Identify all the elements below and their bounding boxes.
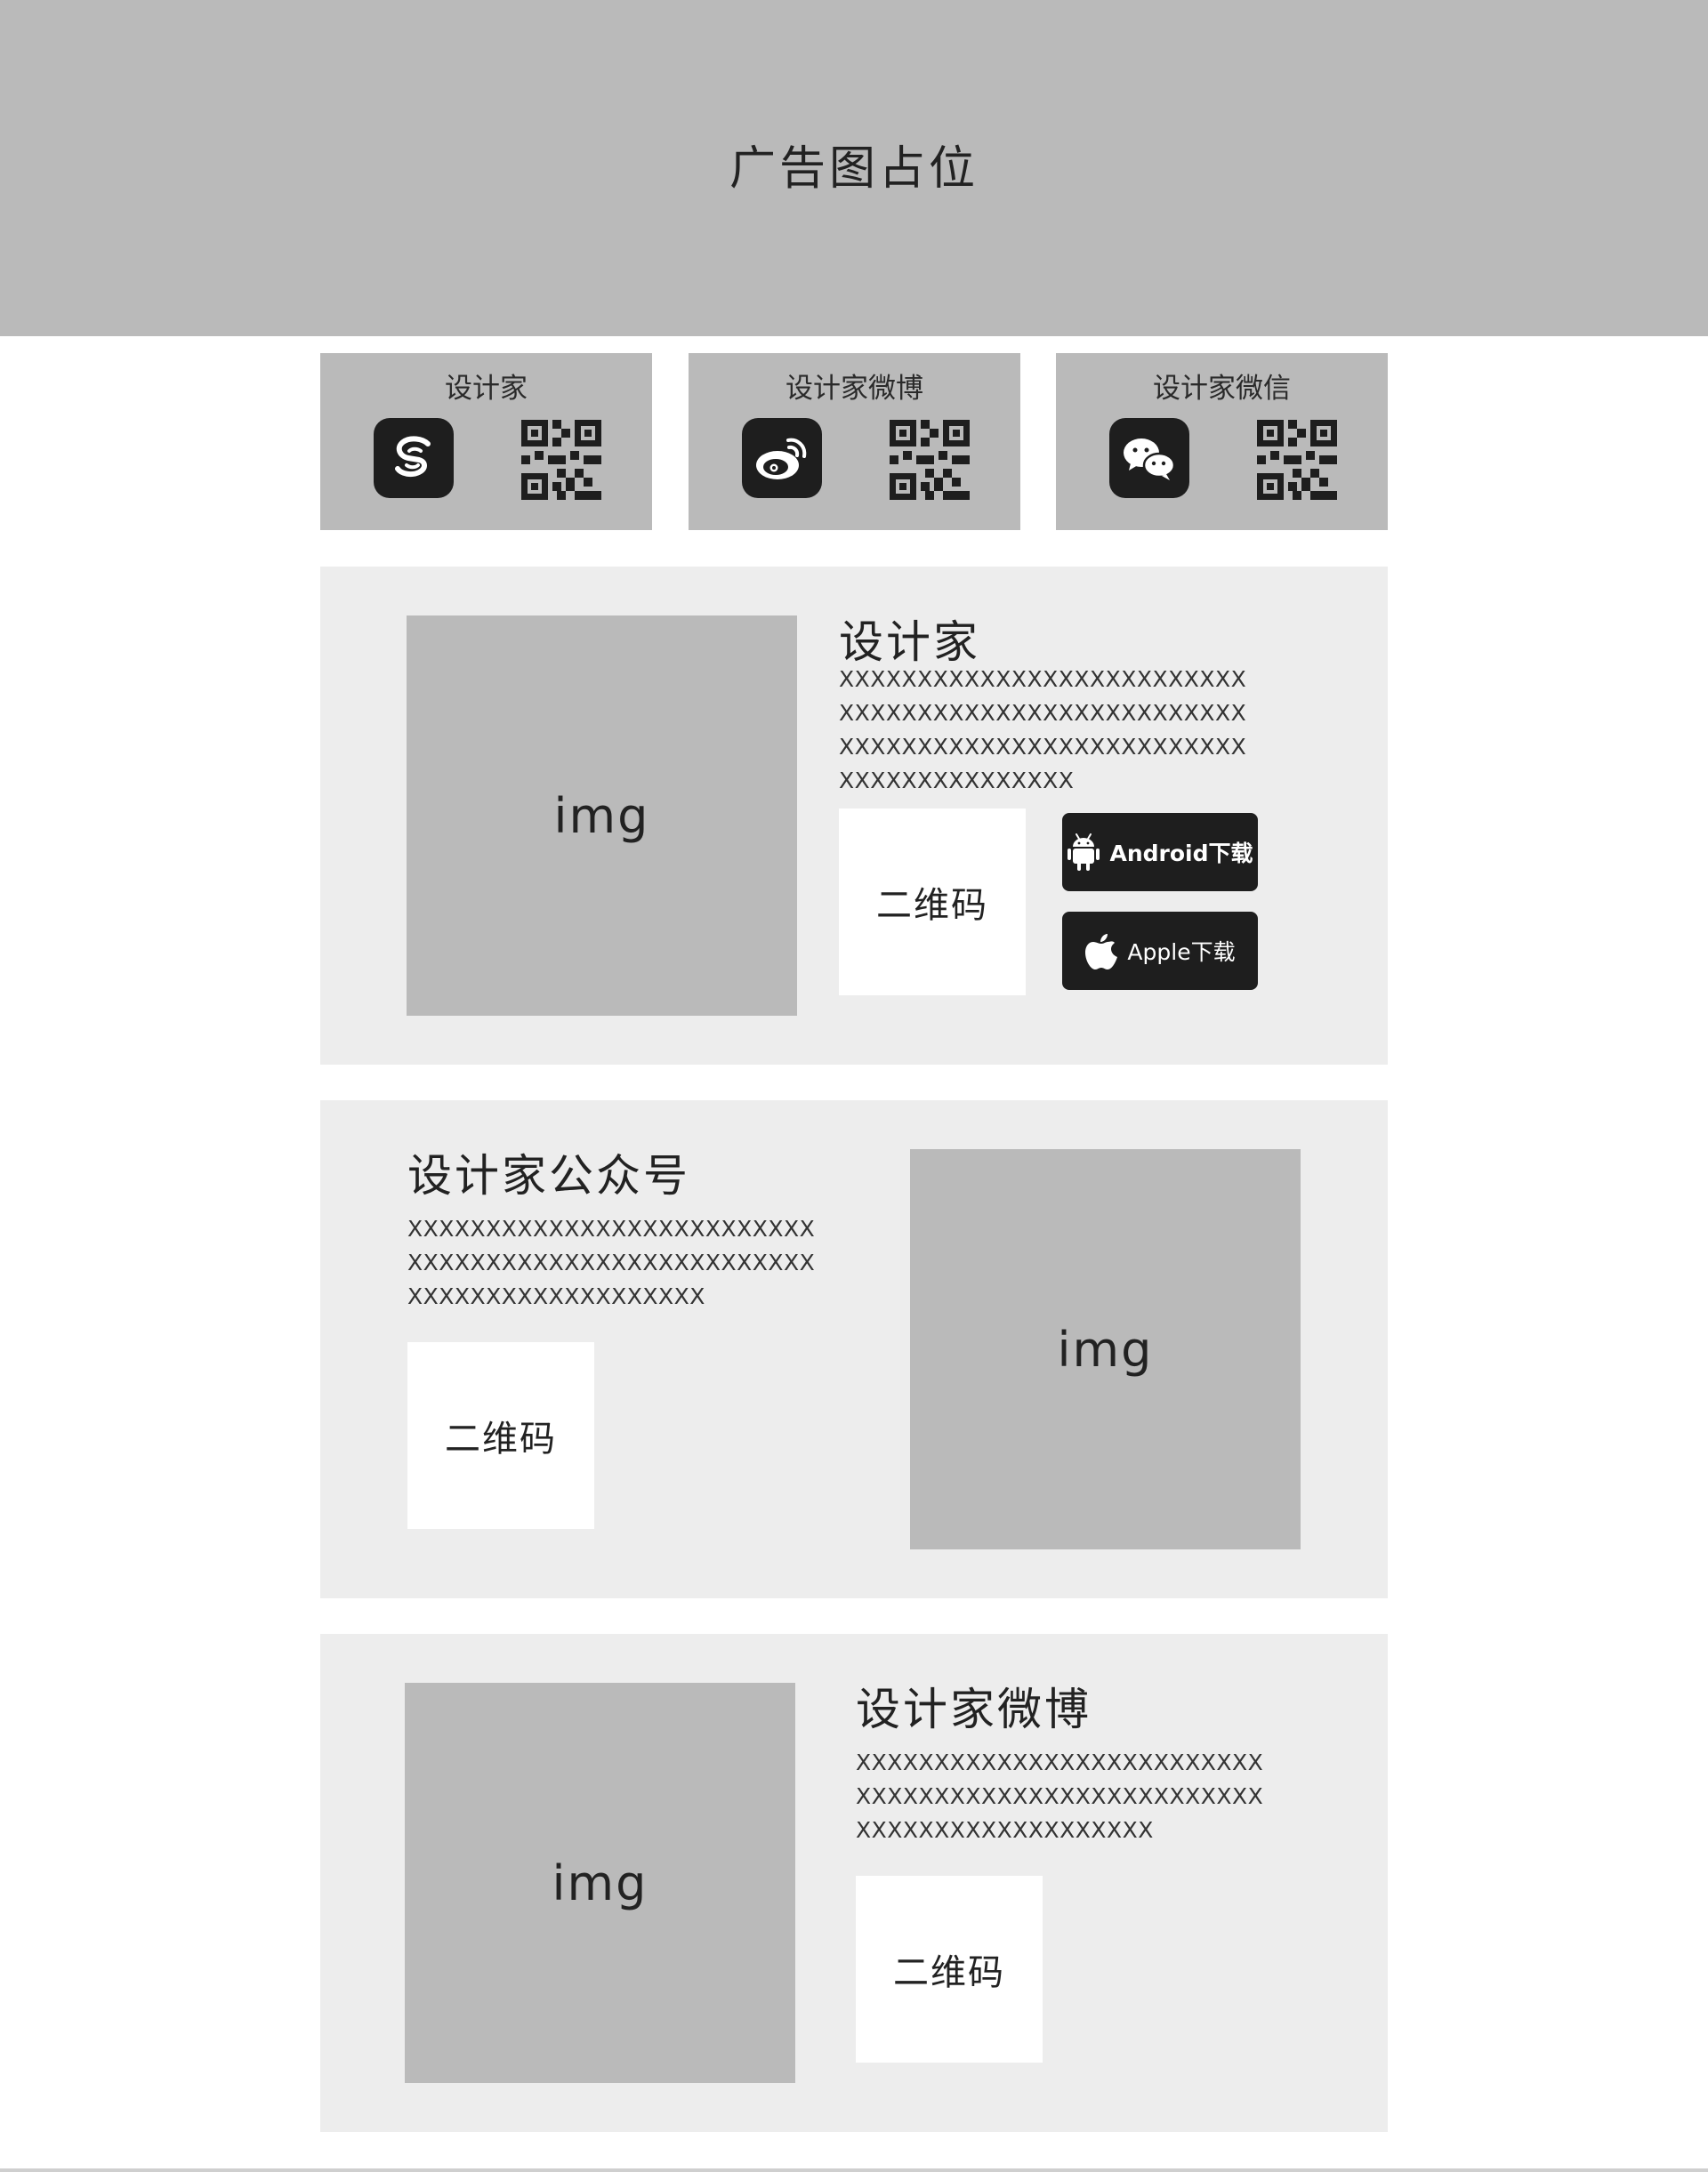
qr-code-placeholder: 二维码 — [407, 1342, 594, 1529]
ad-banner[interactable]: 广告图占位 — [0, 0, 1708, 336]
qr-code-icon — [521, 420, 601, 500]
social-card-title: 设计家微博 — [786, 373, 923, 405]
android-download-label: Android下载 — [1109, 841, 1253, 866]
apple-download-button[interactable]: Apple下载 — [1062, 912, 1258, 990]
img-label: img — [552, 1854, 649, 1911]
section-designer-app: img 设计家 XXXXXXXXXXXXXXXXXXXXXXXXXXXXXXXX… — [320, 567, 1388, 1065]
qr-label: 二维码 — [876, 885, 988, 926]
section-description: XXXXXXXXXXXXXXXXXXXXXXXXXXXXXXXXXXXXXXXX… — [856, 1750, 1264, 1843]
wechat-icon — [1109, 418, 1189, 498]
weibo-icon — [742, 418, 822, 498]
social-card-wechat[interactable]: 设计家微信 — [1056, 353, 1388, 530]
social-card-designer[interactable]: 设计家 — [320, 353, 652, 530]
section-weibo: img 设计家微博 XXXXXXXXXXXXXXXXXXXXXXXXXXXXXX… — [320, 1634, 1388, 2132]
qr-code-icon — [890, 420, 970, 500]
social-card-weibo[interactable]: 设计家微博 — [689, 353, 1020, 530]
qr-label: 二维码 — [445, 1419, 557, 1460]
section-title: 设计家微博 — [856, 1684, 1092, 1735]
section-description: XXXXXXXXXXXXXXXXXXXXXXXXXXXXXXXXXXXXXXXX… — [407, 1216, 816, 1309]
qr-code-placeholder: 二维码 — [856, 1876, 1043, 2063]
section-description: XXXXXXXXXXXXXXXXXXXXXXXXXXXXXXXXXXXXXXXX… — [839, 666, 1247, 793]
android-download-button[interactable]: Android下载 — [1062, 813, 1258, 891]
section-title: 设计家 — [839, 616, 980, 668]
qr-label: 二维码 — [893, 1952, 1005, 1993]
qr-code-icon — [1257, 420, 1337, 500]
bottom-divider — [0, 2168, 1708, 2172]
designer-logo-icon — [374, 418, 454, 498]
img-label: img — [553, 787, 650, 844]
banner-placeholder-text: 广告图占位 — [729, 141, 979, 196]
image-placeholder: img — [910, 1149, 1301, 1549]
android-icon — [1068, 833, 1100, 871]
apple-icon — [1085, 934, 1118, 969]
section-title: 设计家公众号 — [407, 1150, 690, 1202]
social-card-title: 设计家 — [445, 373, 528, 405]
image-placeholder: img — [405, 1683, 795, 2083]
apple-download-label: Apple下载 — [1127, 939, 1236, 965]
img-label: img — [1057, 1321, 1154, 1378]
qr-code-placeholder: 二维码 — [839, 808, 1026, 995]
image-placeholder: img — [407, 615, 797, 1016]
section-official-account: 设计家公众号 XXXXXXXXXXXXXXXXXXXXXXXXXXXXXXXXX… — [320, 1100, 1388, 1598]
social-card-title: 设计家微信 — [1153, 373, 1291, 405]
